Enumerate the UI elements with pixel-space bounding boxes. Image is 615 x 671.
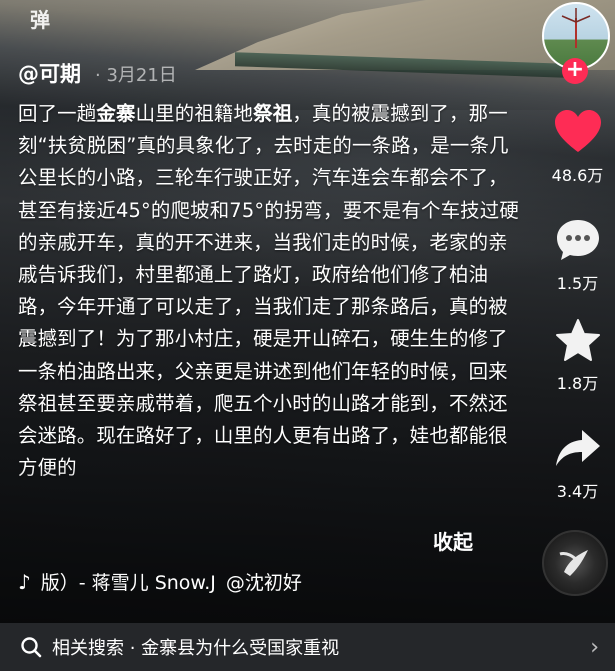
follow-button[interactable]: + <box>562 58 588 84</box>
star-icon <box>555 319 600 361</box>
comment-button[interactable]: 1.5万 <box>540 218 615 294</box>
post-date: · 3月21日 <box>95 65 177 86</box>
search-icon <box>21 637 42 658</box>
music-title: 版）- 蒋雪儿 Snow.J <box>40 572 216 594</box>
collapse-button[interactable]: 收起 <box>433 526 473 555</box>
music-row[interactable]: ♪ 版）- 蒋雪儿 Snow.J @沈初好 <box>18 568 302 595</box>
comment-count: 1.5万 <box>556 274 599 293</box>
chevron-right-icon: › <box>590 635 599 660</box>
like-button[interactable]: 48.6万 <box>540 110 615 186</box>
share-button[interactable]: 3.4万 <box>540 428 615 502</box>
music-disc[interactable] <box>542 530 608 596</box>
related-search-text: 相关搜索 · 金寨县为什么受国家重视 <box>52 638 340 659</box>
author-row: @可期 · 3月21日 <box>18 58 177 88</box>
like-count: 48.6万 <box>551 166 604 185</box>
author-name[interactable]: @可期 <box>18 58 81 88</box>
comment-icon <box>556 220 599 260</box>
share-icon <box>555 430 600 466</box>
heart-icon <box>554 110 601 152</box>
share-count: 3.4万 <box>556 482 599 501</box>
favorite-count: 1.8万 <box>556 374 599 393</box>
music-cover-icon <box>559 550 588 576</box>
favorite-button[interactable]: 1.8万 <box>540 318 615 394</box>
music-note-icon: ♪ <box>18 569 31 594</box>
video-description: 回了一趟金寨山里的祖籍地祭祖，真的被震撼到了，那一刻“扶贫脱困”真的具象化了，去… <box>18 102 519 480</box>
related-search-bar[interactable]: 相关搜索 · 金寨县为什么受国家重视 › <box>0 623 615 671</box>
danmaku-label[interactable]: 弹 <box>30 4 50 33</box>
music-artist: @沈初好 <box>225 572 302 594</box>
